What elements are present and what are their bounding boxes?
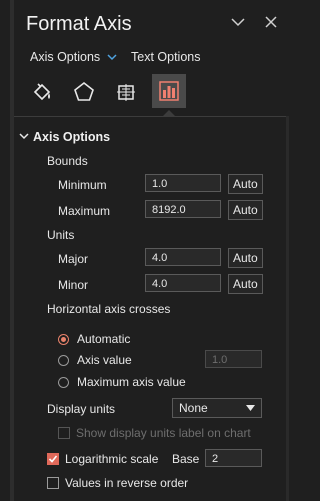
units-label: Units	[47, 228, 75, 242]
dropdown-caret-icon	[246, 405, 255, 411]
minimum-input[interactable]: 1.0	[145, 174, 221, 192]
close-icon[interactable]	[263, 14, 279, 34]
radio-unselected[interactable]	[58, 376, 69, 388]
show-units-label-option: Show display units label on chart	[58, 426, 251, 440]
tab-text-options-label: Text Options	[131, 50, 201, 64]
size-properties-tab[interactable]	[110, 76, 142, 108]
collapse-chevron-icon[interactable]	[18, 130, 30, 145]
log-scale-label: Logarithmic scale	[65, 452, 159, 466]
crosses-automatic-option[interactable]: Automatic	[58, 332, 130, 346]
minimum-auto-button[interactable]: Auto	[228, 174, 263, 194]
crosses-axis-value-option[interactable]: Axis value	[58, 353, 132, 367]
base-input[interactable]: 2	[205, 449, 262, 467]
reverse-order-option[interactable]: Values in reverse order	[47, 476, 188, 490]
display-units-select[interactable]: None	[172, 398, 262, 418]
reverse-order-checkbox[interactable]	[47, 477, 59, 489]
fill-line-tab[interactable]	[26, 76, 58, 108]
divider	[14, 116, 289, 117]
horizontal-axis-crosses-label: Horizontal axis crosses	[47, 302, 171, 316]
section-axis-options[interactable]: Axis Options	[33, 130, 110, 144]
show-units-checkbox	[58, 427, 70, 439]
maximum-label: Maximum	[58, 204, 111, 218]
minor-input[interactable]: 4.0	[145, 274, 221, 292]
base-label: Base	[172, 452, 200, 466]
maximum-auto-button[interactable]: Auto	[228, 200, 263, 220]
major-auto-button[interactable]: Auto	[228, 248, 263, 268]
crosses-maximum-label: Maximum axis value	[77, 375, 186, 389]
axis-value-input[interactable]: 1.0	[205, 350, 262, 368]
pane-options-chevron-icon[interactable]	[230, 14, 246, 34]
axis-options-chart-icon	[159, 81, 179, 101]
display-units-label: Display units	[47, 402, 116, 416]
size-properties-icon	[117, 84, 135, 101]
tab-text-options[interactable]: Text Options	[131, 50, 200, 64]
major-input[interactable]: 4.0	[145, 248, 221, 266]
display-units-value: None	[179, 401, 208, 415]
radio-selected[interactable]	[58, 333, 69, 345]
log-scale-checkbox[interactable]	[47, 453, 59, 465]
major-label: Major	[58, 252, 89, 266]
axis-options-tab[interactable]	[152, 74, 186, 108]
tab-axis-options[interactable]: Axis Options	[30, 50, 118, 64]
radio-unselected[interactable]	[58, 354, 69, 366]
maximum-input[interactable]: 8192.0	[145, 200, 221, 218]
chevron-down-icon	[107, 54, 117, 61]
crosses-axis-value-label: Axis value	[77, 353, 132, 367]
crosses-maximum-option[interactable]: Maximum axis value	[58, 375, 186, 389]
panel-left-border	[10, 0, 14, 501]
show-units-text: Show display units label on chart	[76, 426, 251, 440]
minor-label: Minor	[58, 278, 89, 292]
pane-scrollbar[interactable]	[286, 116, 289, 501]
crosses-automatic-label: Automatic	[77, 332, 131, 346]
effects-tab[interactable]	[68, 76, 100, 108]
reverse-order-label: Values in reverse order	[65, 476, 189, 490]
effects-pentagon-icon	[74, 81, 94, 101]
log-scale-option[interactable]: Logarithmic scale	[47, 452, 158, 466]
minimum-label: Minimum	[58, 178, 107, 192]
bounds-label: Bounds	[47, 154, 88, 168]
checkmark-icon	[48, 455, 58, 463]
pane-title: Format Axis	[26, 13, 132, 35]
fill-line-icon	[33, 83, 51, 101]
minor-auto-button[interactable]: Auto	[228, 274, 263, 294]
tab-axis-options-label: Axis Options	[30, 50, 101, 64]
